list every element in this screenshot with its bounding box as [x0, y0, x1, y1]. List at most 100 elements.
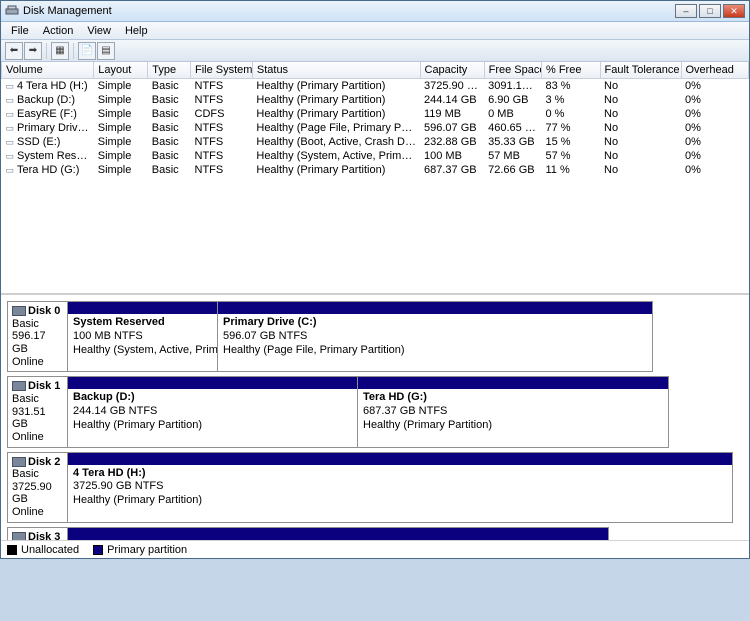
cell: No	[600, 121, 681, 135]
disk-row[interactable]: Disk 3Basic232.88 GBOnlineSSD (E:)232.88…	[7, 527, 609, 540]
help-button[interactable]: ▤	[97, 42, 115, 60]
disk-icon	[12, 457, 26, 467]
cell: Basic	[148, 121, 191, 135]
cell: 0 %	[542, 107, 601, 121]
disk-row[interactable]: Disk 0Basic596.17 GBOnlineSystem Reserve…	[7, 301, 653, 372]
menu-file[interactable]: File	[5, 24, 35, 38]
cell: CDFS	[191, 107, 253, 121]
disk-row[interactable]: Disk 2Basic3725.90 GBOnline4 Tera HD (H:…	[7, 452, 733, 523]
cell: Simple	[94, 93, 148, 107]
partition[interactable]: SSD (E:)232.88 GB NTFSHealthy (Boot, Act…	[68, 528, 608, 540]
partition[interactable]: Tera HD (G:)687.37 GB NTFSHealthy (Prima…	[358, 377, 668, 446]
cell: No	[600, 163, 681, 177]
cell: 119 MB	[420, 107, 484, 121]
partition-bar	[68, 302, 217, 314]
partitions: System Reserved100 MB NTFSHealthy (Syste…	[68, 302, 652, 371]
cell: 687.37 GB	[420, 163, 484, 177]
content: VolumeLayoutTypeFile SystemStatusCapacit…	[1, 62, 749, 558]
column-header[interactable]: File System	[191, 62, 253, 79]
app-icon	[5, 4, 19, 18]
cell: 3091.13 GB	[484, 79, 541, 94]
column-header[interactable]: Type	[148, 62, 191, 79]
volume-row[interactable]: EasyRE (F:)SimpleBasicCDFSHealthy (Prima…	[2, 107, 749, 121]
menu-view[interactable]: View	[81, 24, 117, 38]
window-buttons: – □ ✕	[675, 4, 745, 18]
cell: Simple	[94, 107, 148, 121]
partition-info: 4 Tera HD (H:)3725.90 GB NTFSHealthy (Pr…	[68, 465, 732, 510]
cell: NTFS	[191, 79, 253, 94]
column-header[interactable]: % Free	[542, 62, 601, 79]
volume-row[interactable]: Primary Drive (C:)SimpleBasicNTFSHealthy…	[2, 121, 749, 135]
column-header[interactable]: Free Space	[484, 62, 541, 79]
cell: 83 %	[542, 79, 601, 94]
cell: 0%	[681, 121, 749, 135]
column-header[interactable]: Fault Tolerance	[600, 62, 681, 79]
volume-list[interactable]: VolumeLayoutTypeFile SystemStatusCapacit…	[1, 62, 749, 295]
cell: 57 %	[542, 149, 601, 163]
cell: NTFS	[191, 121, 253, 135]
cell: No	[600, 135, 681, 149]
partition[interactable]: 4 Tera HD (H:)3725.90 GB NTFSHealthy (Pr…	[68, 453, 732, 522]
volume-row[interactable]: SSD (E:)SimpleBasicNTFSHealthy (Boot, Ac…	[2, 135, 749, 149]
disk-label[interactable]: Disk 3Basic232.88 GBOnline	[8, 528, 68, 540]
legend-primary: Primary partition	[93, 544, 187, 556]
menu-action[interactable]: Action	[37, 24, 80, 38]
partition-bar	[68, 528, 608, 540]
refresh-button[interactable]: ▦	[51, 42, 69, 60]
legend-unallocated: Unallocated	[7, 544, 79, 556]
minimize-button[interactable]: –	[675, 4, 697, 18]
cell: 77 %	[542, 121, 601, 135]
column-header[interactable]: Status	[252, 62, 420, 79]
cell: Simple	[94, 79, 148, 94]
volume-row[interactable]: Tera HD (G:)SimpleBasicNTFSHealthy (Prim…	[2, 163, 749, 177]
disk-label[interactable]: Disk 1Basic931.51 GBOnline	[8, 377, 68, 446]
cell: No	[600, 149, 681, 163]
cell: 6.90 GB	[484, 93, 541, 107]
partition-info: Tera HD (G:)687.37 GB NTFSHealthy (Prima…	[358, 389, 668, 434]
partitions: SSD (E:)232.88 GB NTFSHealthy (Boot, Act…	[68, 528, 608, 540]
cell: 460.65 GB	[484, 121, 541, 135]
column-header[interactable]: Capacity	[420, 62, 484, 79]
partition-info: System Reserved100 MB NTFSHealthy (Syste…	[68, 314, 217, 359]
partition[interactable]: System Reserved100 MB NTFSHealthy (Syste…	[68, 302, 218, 371]
toolbar-divider	[73, 43, 74, 59]
partition[interactable]: Backup (D:)244.14 GB NTFSHealthy (Primar…	[68, 377, 358, 446]
properties-button[interactable]: 📄	[78, 42, 96, 60]
volume-row[interactable]: 4 Tera HD (H:)SimpleBasicNTFSHealthy (Pr…	[2, 79, 749, 94]
cell: No	[600, 107, 681, 121]
cell: Basic	[148, 149, 191, 163]
partition-bar	[68, 377, 357, 389]
column-header[interactable]: Overhead	[681, 62, 749, 79]
cell: EasyRE (F:)	[2, 107, 94, 121]
disk-label[interactable]: Disk 0Basic596.17 GBOnline	[8, 302, 68, 371]
cell: 72.66 GB	[484, 163, 541, 177]
cell: Healthy (Primary Partition)	[252, 79, 420, 94]
cell: 57 MB	[484, 149, 541, 163]
column-header[interactable]: Volume	[2, 62, 94, 79]
partition-bar	[218, 302, 652, 314]
volume-row[interactable]: System ReservedSimpleBasicNTFSHealthy (S…	[2, 149, 749, 163]
close-button[interactable]: ✕	[723, 4, 745, 18]
legend: Unallocated Primary partition	[1, 540, 749, 558]
column-header[interactable]: Layout	[94, 62, 148, 79]
disk-row[interactable]: Disk 1Basic931.51 GBOnlineBackup (D:)244…	[7, 376, 669, 447]
volume-table[interactable]: VolumeLayoutTypeFile SystemStatusCapacit…	[1, 62, 749, 177]
menu-help[interactable]: Help	[119, 24, 154, 38]
disk-icon	[12, 306, 26, 316]
cell: No	[600, 93, 681, 107]
partitions: 4 Tera HD (H:)3725.90 GB NTFSHealthy (Pr…	[68, 453, 732, 522]
partition[interactable]: Primary Drive (C:)596.07 GB NTFSHealthy …	[218, 302, 652, 371]
title-bar[interactable]: Disk Management – □ ✕	[1, 1, 749, 22]
cell: Healthy (Boot, Active, Crash Dump, Prima…	[252, 135, 420, 149]
partition-bar	[358, 377, 668, 389]
cell: 3 %	[542, 93, 601, 107]
cell: 100 MB	[420, 149, 484, 163]
forward-button[interactable]: ➡	[24, 42, 42, 60]
back-button[interactable]: ⬅	[5, 42, 23, 60]
maximize-button[interactable]: □	[699, 4, 721, 18]
cell: Tera HD (G:)	[2, 163, 94, 177]
disk-layout-panel[interactable]: Disk 0Basic596.17 GBOnlineSystem Reserve…	[1, 295, 749, 540]
volume-row[interactable]: Backup (D:)SimpleBasicNTFSHealthy (Prima…	[2, 93, 749, 107]
disk-label[interactable]: Disk 2Basic3725.90 GBOnline	[8, 453, 68, 522]
cell: 15 %	[542, 135, 601, 149]
